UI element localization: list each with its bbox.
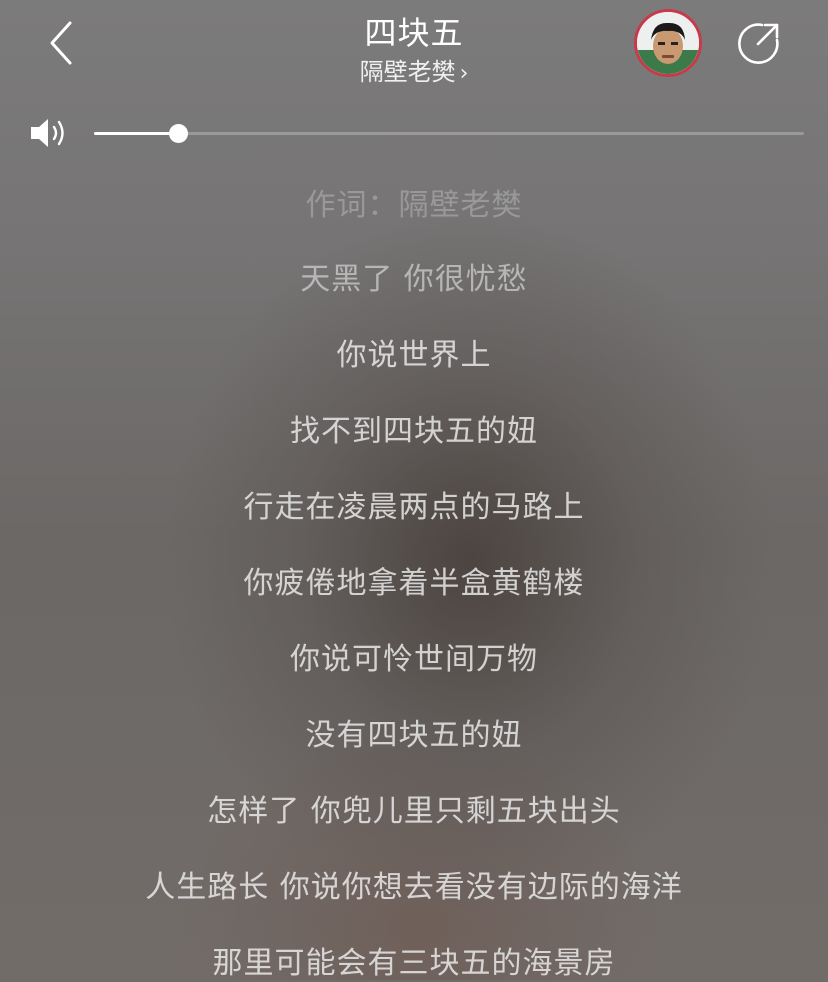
lyric-line[interactable]: 那里可能会有三块五的海景房: [0, 938, 828, 982]
artist-name: 隔壁老樊: [359, 58, 456, 86]
avatar-photo: [637, 12, 699, 74]
lyric-line[interactable]: 你疲倦地拿着半盒黄鹤楼: [0, 558, 828, 602]
lyric-line[interactable]: 怎样了 你兜儿里只剩五块出头: [0, 786, 828, 830]
player-header: 四块五 隔壁老樊 ›: [0, 0, 828, 100]
chevron-right-icon: ›: [459, 61, 469, 86]
volume-slider[interactable]: [94, 124, 804, 143]
share-button[interactable]: [734, 18, 784, 68]
lyric-line[interactable]: 行走在凌晨两点的马路上: [0, 482, 828, 526]
lyric-line[interactable]: 作词：隔壁老樊: [0, 180, 828, 224]
volume-slider-fill: [94, 132, 180, 135]
artist-link[interactable]: 隔壁老樊 ›: [0, 52, 828, 87]
lyric-line[interactable]: 天黑了 你很忧愁: [0, 254, 828, 298]
volume-control: [0, 110, 828, 156]
song-title: 四块五: [364, 14, 464, 52]
lyric-line[interactable]: 没有四块五的妞: [0, 710, 828, 754]
lyric-line[interactable]: 人生路长 你说你想去看没有边际的海洋: [0, 862, 828, 906]
artist-avatar[interactable]: [634, 9, 702, 77]
share-icon: [738, 23, 779, 64]
speaker-icon[interactable]: [28, 115, 72, 151]
lyric-line[interactable]: 你说世界上: [0, 330, 828, 374]
volume-slider-knob[interactable]: [169, 124, 189, 143]
lyric-line[interactable]: 你说可怜世间万物: [0, 634, 828, 678]
lyric-line[interactable]: 找不到四块五的妞: [0, 406, 828, 450]
